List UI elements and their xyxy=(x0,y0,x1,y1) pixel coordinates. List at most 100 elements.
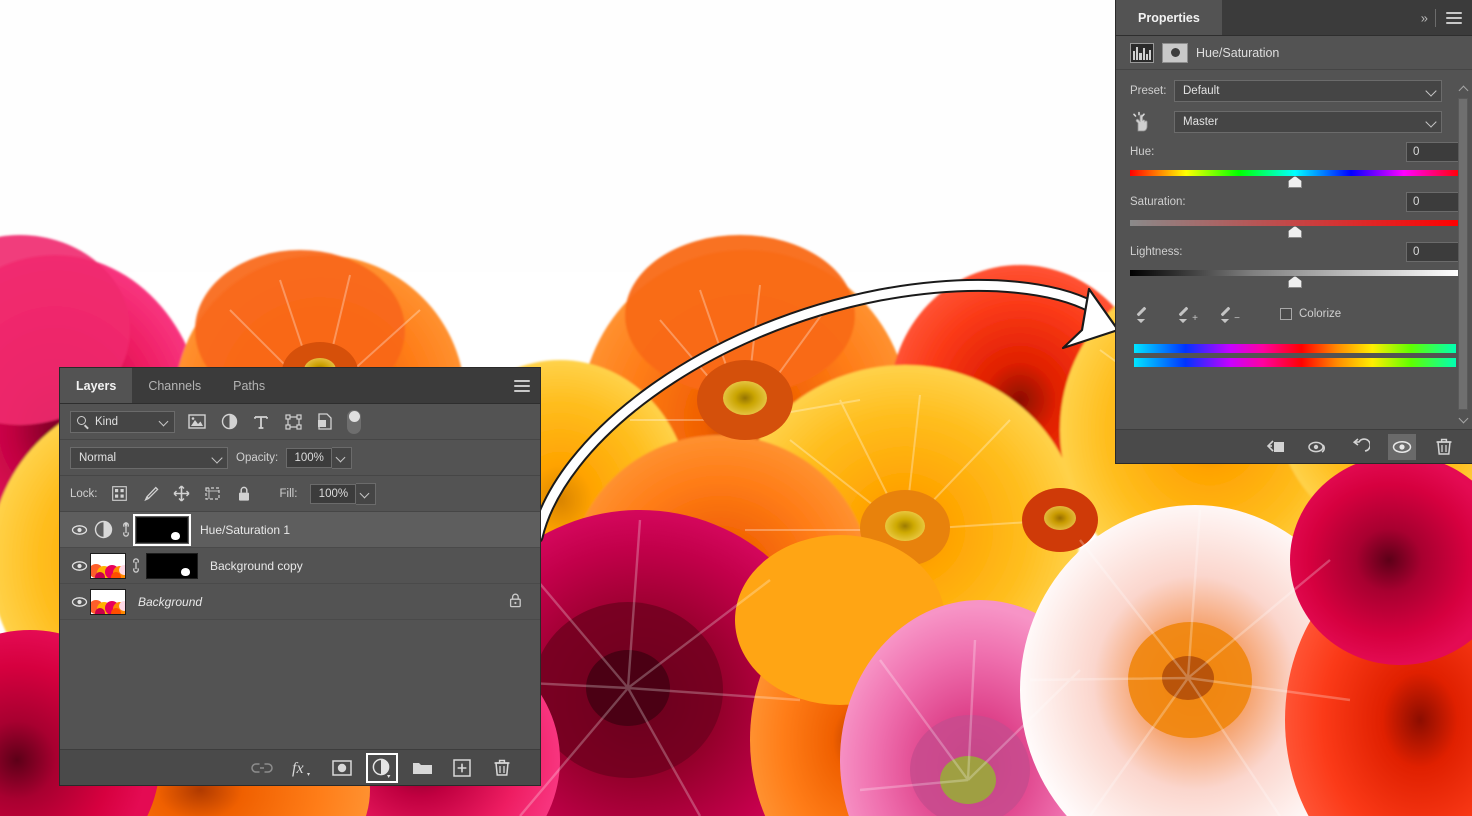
image-filter-icon[interactable] xyxy=(187,412,207,432)
layers-footer[interactable]: fx xyxy=(60,749,540,785)
colorize-checkbox[interactable]: Colorize xyxy=(1280,308,1341,320)
colorize-checkbox-box[interactable] xyxy=(1280,308,1292,320)
panel-menu-icon[interactable] xyxy=(1446,11,1462,24)
blend-mode-row[interactable]: Normal Opacity: 100% xyxy=(60,440,540,476)
layer-name[interactable]: Hue/Saturation 1 xyxy=(200,523,290,537)
new-group-icon[interactable] xyxy=(408,755,436,781)
lock-artboard-icon[interactable] xyxy=(204,485,222,503)
lock-transparency-icon[interactable] xyxy=(111,485,129,503)
view-previous-state-icon[interactable] xyxy=(1304,434,1332,460)
panel-menu-icon[interactable] xyxy=(514,379,530,392)
lightness-value-input[interactable]: 0 xyxy=(1406,242,1460,262)
lock-image-icon[interactable] xyxy=(142,485,160,503)
opacity-input[interactable]: 100% xyxy=(286,447,333,468)
layer-visibility-icon[interactable] xyxy=(68,560,90,572)
delete-layer-icon[interactable] xyxy=(488,755,516,781)
type-filter-icon[interactable] xyxy=(251,412,271,432)
table-row[interactable]: Background xyxy=(60,584,540,620)
collapse-to-icons-button[interactable]: » xyxy=(1421,10,1428,25)
saturation-slider[interactable] xyxy=(1130,214,1460,238)
table-row[interactable]: Hue/Saturation 1 xyxy=(60,512,540,548)
layer-style-fx-icon[interactable]: fx xyxy=(288,755,316,781)
layer-thumbnail[interactable] xyxy=(90,552,126,579)
lightness-value: 0 xyxy=(1413,246,1420,258)
new-layer-icon[interactable] xyxy=(448,755,476,781)
blend-mode-select[interactable]: Normal xyxy=(70,446,228,469)
link-layers-icon[interactable] xyxy=(248,755,276,781)
layer-filter-row[interactable]: Kind xyxy=(60,404,540,440)
lock-position-icon[interactable] xyxy=(173,485,191,503)
layers-tabbar[interactable]: Layers Channels Paths xyxy=(60,368,540,404)
preset-select[interactable]: Default xyxy=(1174,80,1442,102)
layer-name[interactable]: Background xyxy=(138,595,202,609)
tab-properties[interactable]: Properties xyxy=(1116,0,1222,35)
tab-properties-label: Properties xyxy=(1138,10,1200,25)
hue-range-bars[interactable] xyxy=(1134,344,1456,367)
properties-footer[interactable] xyxy=(1116,429,1472,463)
layers-panel[interactable]: Layers Channels Paths Kind Normal Opacit… xyxy=(60,368,540,785)
shape-filter-icon[interactable] xyxy=(283,412,303,432)
channel-row: Master xyxy=(1130,111,1460,133)
properties-tabbar[interactable]: Properties » xyxy=(1116,0,1472,36)
preset-label: Preset: xyxy=(1130,85,1167,97)
lightness-slider[interactable] xyxy=(1130,264,1460,288)
layer-thumbnail[interactable] xyxy=(90,588,126,615)
table-row[interactable]: Background copy xyxy=(60,548,540,584)
lock-label: Lock: xyxy=(70,487,98,500)
opacity-label: Opacity: xyxy=(236,451,279,464)
hue-slider-thumb[interactable] xyxy=(1288,176,1302,188)
eyedropper-add-icon[interactable]: + xyxy=(1178,304,1198,324)
link-mask-icon[interactable] xyxy=(119,522,133,537)
targeted-adjustment-hand-icon[interactable] xyxy=(1130,111,1174,133)
saturation-value-input[interactable]: 0 xyxy=(1406,192,1460,212)
filter-toggle-switch[interactable] xyxy=(347,409,361,434)
eyedropper-subtract-icon[interactable]: − xyxy=(1220,304,1240,324)
layer-visibility-icon[interactable] xyxy=(68,596,90,608)
chevron-down-icon xyxy=(359,488,370,498)
lock-all-icon[interactable] xyxy=(235,485,253,503)
svg-text:fx: fx xyxy=(292,760,304,777)
tab-channels[interactable]: Channels xyxy=(132,368,218,403)
new-adjustment-layer-icon[interactable] xyxy=(366,752,398,783)
layer-visibility-icon[interactable] xyxy=(68,524,90,536)
channel-select[interactable]: Master xyxy=(1174,111,1442,133)
lightness-slider-thumb[interactable] xyxy=(1288,276,1302,288)
result-hue-bar[interactable] xyxy=(1134,358,1456,367)
chevron-down-icon xyxy=(211,451,223,464)
adjustment-filter-icon[interactable] xyxy=(219,412,239,432)
saturation-slider-thumb[interactable] xyxy=(1288,226,1302,238)
tab-layers[interactable]: Layers xyxy=(60,368,133,403)
layer-name[interactable]: Background copy xyxy=(210,559,303,573)
toggle-visibility-icon[interactable] xyxy=(1388,433,1416,460)
hue-value-input[interactable]: 0 xyxy=(1406,142,1460,162)
adjustment-title: Hue/Saturation xyxy=(1196,45,1280,60)
scroll-down-icon[interactable] xyxy=(1456,412,1470,424)
search-icon xyxy=(77,415,86,425)
link-mask-icon[interactable] xyxy=(129,558,143,573)
layer-mask-thumbnail[interactable] xyxy=(146,552,198,579)
toolbar-divider xyxy=(1435,9,1436,27)
add-layer-mask-icon[interactable] xyxy=(328,755,356,781)
fill-input[interactable]: 100% xyxy=(310,483,357,504)
fill-stepper[interactable] xyxy=(356,482,377,505)
opacity-stepper[interactable] xyxy=(332,446,353,469)
hue-slider[interactable] xyxy=(1130,164,1460,188)
colorize-label: Colorize xyxy=(1299,308,1342,320)
saturation-slider-track xyxy=(1130,220,1460,226)
delete-icon[interactable] xyxy=(1430,434,1458,460)
layer-mask-thumbnail[interactable] xyxy=(133,513,191,546)
scrollbar-thumb[interactable] xyxy=(1458,98,1468,410)
smart-object-filter-icon[interactable] xyxy=(315,412,335,432)
eyedropper-icon[interactable] xyxy=(1136,304,1156,324)
preset-row: Preset: Default xyxy=(1130,80,1460,102)
scroll-up-icon[interactable] xyxy=(1456,84,1470,96)
tab-paths[interactable]: Paths xyxy=(217,368,282,403)
adjustment-layer-thumbnail[interactable] xyxy=(90,517,116,543)
reset-icon[interactable] xyxy=(1346,434,1374,460)
clip-to-layer-icon[interactable] xyxy=(1262,434,1290,460)
properties-panel[interactable]: Properties » Hue/Saturation Preset: Defa… xyxy=(1116,0,1472,463)
channel-select-value: Master xyxy=(1183,116,1219,128)
filter-kind-select[interactable]: Kind xyxy=(70,410,175,433)
properties-scrollbar[interactable] xyxy=(1456,84,1470,424)
lock-row[interactable]: Lock: Fill: 100% xyxy=(60,476,540,512)
